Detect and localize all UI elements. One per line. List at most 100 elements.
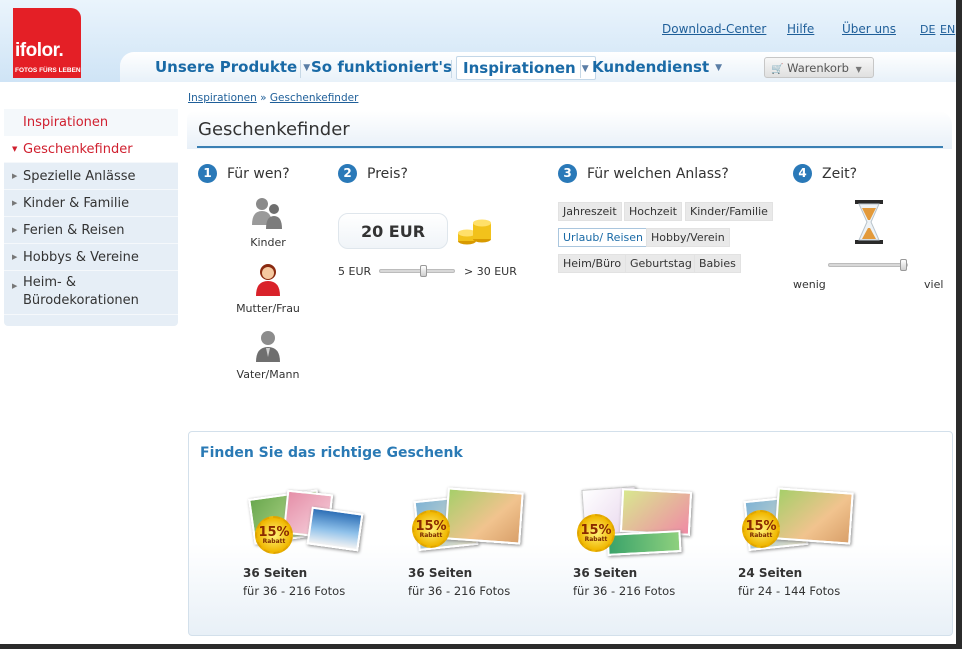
logo-text: ifolor.	[15, 40, 64, 61]
chevron-right-icon: ▶	[12, 253, 18, 261]
logo-tagline: FOTOS FÜRS LEBEN	[15, 67, 81, 74]
sidebar-item-travel[interactable]: ▶ Ferien & Reisen	[4, 217, 178, 244]
nav-products[interactable]: Unsere Produkte ▼	[149, 56, 316, 80]
price-slider-track[interactable]	[379, 269, 455, 273]
step-number: 3	[558, 164, 577, 183]
occasion-tag[interactable]: Hochzeit	[624, 202, 682, 221]
time-max-label: viel	[924, 278, 944, 291]
chevron-right-icon: ▶	[12, 226, 18, 234]
sidebar-item-label: Spezielle Anlässe	[23, 169, 136, 184]
sidebar-item-hobbies[interactable]: ▶ Hobbys & Vereine	[4, 244, 178, 271]
step-price: 2 Preis?	[338, 164, 408, 183]
nav-customer-service[interactable]: Kundendienst ▼	[586, 56, 728, 80]
step-number: 2	[338, 164, 357, 183]
badge-subtext: Rabatt	[419, 532, 443, 539]
occasion-tag[interactable]: Heim/Büro	[558, 254, 627, 273]
recipient-woman[interactable]: Mutter/Frau	[228, 261, 308, 315]
time-slider-handle[interactable]	[900, 259, 907, 271]
sidebar-item-special-occasions[interactable]: ▶ Spezielle Anlässe	[4, 163, 178, 190]
toplink-about[interactable]: Über uns	[842, 22, 896, 36]
lang-de[interactable]: DE	[920, 23, 935, 36]
nav-divider	[580, 60, 581, 78]
breadcrumb: Inspirationen » Geschenkefinder	[188, 92, 358, 104]
coins-icon	[458, 219, 491, 245]
nav-divider	[451, 60, 452, 78]
step-who: 1 Für wen?	[198, 164, 290, 183]
chevron-down-icon: ▼	[855, 65, 862, 74]
step-number: 4	[793, 164, 812, 183]
toplink-help[interactable]: Hilfe	[787, 22, 814, 36]
chevron-right-icon: ▶	[12, 282, 18, 290]
sidebar-item-geschenkefinder[interactable]: ▼ Geschenkefinder	[4, 136, 178, 163]
product-subtitle: für 36 - 216 Fotos	[573, 584, 676, 598]
product-subtitle: für 36 - 216 Fotos	[408, 584, 511, 598]
product-card[interactable]: 15% Rabatt 36 Seiten für 36 - 216 Fotos	[241, 488, 371, 598]
recipient-kids[interactable]: Kinder	[228, 195, 308, 249]
occasion-tag[interactable]: Kinder/Familie	[685, 202, 773, 221]
sidebar-item-label: Geschenkefinder	[23, 142, 133, 157]
lang-en[interactable]: EN	[940, 23, 955, 36]
nav-products-label: Unsere Produkte	[155, 58, 298, 76]
toplink-download-center[interactable]: Download-Center	[662, 22, 766, 36]
cart-icon: 🛒	[771, 64, 784, 75]
sidebar-item-label-line2: Bürodekorationen	[23, 293, 139, 308]
nav-how-it-works[interactable]: So funktioniert's▼	[305, 56, 471, 80]
sidebar-heading[interactable]: Inspirationen	[4, 109, 178, 136]
product-card[interactable]: 15% Rabatt 24 Seiten für 24 - 144 Fotos	[736, 487, 866, 598]
step-number: 1	[198, 164, 217, 183]
woman-icon	[256, 264, 280, 296]
cart-button[interactable]: 🛒 Warenkorb ▼	[764, 57, 874, 78]
sidebar-item-label: Hobbys & Vereine	[23, 250, 139, 265]
recipient-man[interactable]: Vater/Mann	[228, 327, 308, 381]
step-label: Für wen?	[227, 166, 290, 182]
chevron-right-icon: ▶	[12, 172, 18, 180]
step-label: Preis?	[367, 166, 408, 182]
sidebar-item-label-line1: Heim- &	[23, 275, 77, 290]
results-panel: Finden Sie das richtige Geschenk 15% Raba…	[188, 431, 953, 636]
breadcrumb-current[interactable]: Geschenkefinder	[270, 92, 359, 104]
badge-subtext: Rabatt	[584, 536, 608, 543]
recipient-label: Mutter/Frau	[236, 302, 300, 315]
sidebar-item-home-office[interactable]: ▶ Heim- & Bürodekorationen	[4, 271, 178, 315]
man-icon	[256, 331, 280, 362]
discount-badge: 15% Rabatt	[742, 510, 780, 548]
product-title: 36 Seiten	[573, 566, 638, 580]
product-card[interactable]: 15% Rabatt 36 Seiten für 36 - 216 Fotos	[406, 487, 536, 598]
nav-inspirations-label: Inspirationen	[463, 59, 576, 77]
cart-label: Warenkorb	[787, 61, 849, 75]
main-nav: Unsere Produkte▼ So funktioniert's▼ Insp…	[120, 52, 962, 82]
price-slider-handle[interactable]	[419, 265, 427, 277]
chevron-right-icon: ▶	[12, 199, 18, 207]
ifolor-logo[interactable]: ifolor. FOTOS FÜRS LEBEN	[13, 8, 81, 78]
site-header: ifolor. FOTOS FÜRS LEBEN Download-Center…	[0, 0, 962, 82]
recipient-label: Vater/Mann	[236, 368, 300, 381]
price-display: 20 EUR	[338, 213, 448, 249]
chevron-down-icon: ▼	[12, 145, 18, 153]
nav-divider	[300, 60, 301, 78]
occasion-tag[interactable]: Babies	[694, 254, 741, 273]
sidebar-item-label: Ferien & Reisen	[23, 223, 125, 238]
occasion-tag[interactable]: Geburtstag	[625, 254, 697, 273]
step-time: 4 Zeit?	[793, 164, 857, 183]
breadcrumb-parent[interactable]: Inspirationen	[188, 92, 257, 104]
product-card[interactable]: 15% Rabatt 36 Seiten für 36 - 216 Fotos	[571, 486, 701, 598]
sidebar: Inspirationen ▼ Geschenkefinder ▶ Speziell…	[4, 109, 178, 326]
occasion-tag[interactable]: Jahreszeit	[558, 202, 622, 221]
results-title: Finden Sie das richtige Geschenk	[200, 445, 463, 461]
step-label: Für welchen Anlass?	[587, 166, 729, 182]
nav-inspirations[interactable]: Inspirationen ▼	[456, 56, 596, 80]
sidebar-item-label: Kinder & Familie	[23, 196, 130, 211]
step-label: Zeit?	[822, 166, 858, 182]
occasion-tag[interactable]: Hobby/Verein	[646, 228, 730, 247]
nav-how-label: So funktioniert's	[311, 58, 452, 76]
window-edge	[0, 644, 962, 649]
discount-badge: 15% Rabatt	[577, 514, 615, 552]
page-title: Geschenkefinder	[198, 119, 350, 140]
breadcrumb-separator: »	[260, 92, 267, 104]
window-edge	[956, 0, 962, 649]
time-slider-track[interactable]	[828, 263, 908, 267]
time-min-label: wenig	[793, 278, 826, 291]
occasion-tag-selected[interactable]: Urlaub/ Reisen	[558, 228, 648, 247]
product-title: 36 Seiten	[243, 566, 308, 580]
sidebar-item-kids-family[interactable]: ▶ Kinder & Familie	[4, 190, 178, 217]
